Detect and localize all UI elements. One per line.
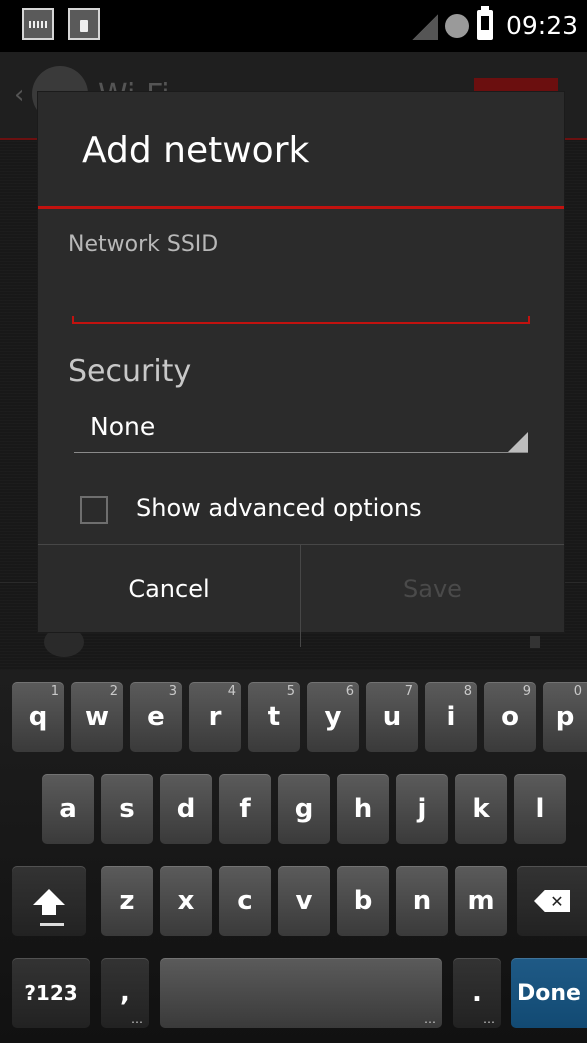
security-dropdown[interactable]: None xyxy=(74,402,528,453)
usb-plug-icon xyxy=(68,8,100,40)
key-e[interactable]: e3 xyxy=(130,682,182,752)
shift-icon xyxy=(33,889,65,915)
add-network-dialog: Add network Network SSID Security None S… xyxy=(38,92,564,647)
key-w[interactable]: w2 xyxy=(71,682,123,752)
key-u[interactable]: u7 xyxy=(366,682,418,752)
key-i[interactable]: i8 xyxy=(425,682,477,752)
security-selected-value: None xyxy=(90,412,156,441)
security-label: Security xyxy=(68,354,192,389)
status-bar: 09:23 xyxy=(0,0,587,52)
battery-icon xyxy=(477,6,493,40)
key-o[interactable]: o9 xyxy=(484,682,536,752)
key-d[interactable]: d xyxy=(160,774,212,844)
ssid-input-underline xyxy=(72,316,530,324)
ssid-input[interactable] xyxy=(72,280,530,322)
soft-keyboard: q1 w2 e3 r4 t5 y6 u7 i8 o9 p0 a s d f g … xyxy=(0,670,587,1043)
background-lock-icon xyxy=(530,636,540,648)
key-k[interactable]: k xyxy=(455,774,507,844)
key-h[interactable]: h xyxy=(337,774,389,844)
shift-key[interactable] xyxy=(12,866,86,936)
key-t[interactable]: t5 xyxy=(248,682,300,752)
ssid-label: Network SSID xyxy=(68,232,219,257)
key-q[interactable]: q1 xyxy=(12,682,64,752)
key-s[interactable]: s xyxy=(101,774,153,844)
period-key[interactable]: .… xyxy=(453,958,501,1028)
more-dots-icon: … xyxy=(483,1012,495,1026)
advanced-options-checkbox[interactable] xyxy=(80,496,108,524)
symbols-key[interactable]: ?123 xyxy=(12,958,90,1028)
key-a[interactable]: a xyxy=(42,774,94,844)
dialog-title-divider xyxy=(38,206,564,209)
dialog-title: Add network xyxy=(82,130,310,171)
status-circle-icon xyxy=(445,14,469,38)
dropdown-corner-icon xyxy=(508,432,528,452)
key-b[interactable]: b xyxy=(337,866,389,936)
signal-icon xyxy=(412,14,438,40)
key-g[interactable]: g xyxy=(278,774,330,844)
more-dots-icon: … xyxy=(131,1012,143,1026)
advanced-options-row[interactable]: Show advanced options xyxy=(80,492,540,532)
key-f[interactable]: f xyxy=(219,774,271,844)
key-m[interactable]: m xyxy=(455,866,507,936)
comma-key[interactable]: ,… xyxy=(101,958,149,1028)
key-j[interactable]: j xyxy=(396,774,448,844)
more-dots-icon: … xyxy=(424,1012,436,1026)
status-time: 09:23 xyxy=(506,11,579,40)
shift-indicator xyxy=(40,923,64,926)
done-key[interactable]: Done xyxy=(511,958,587,1028)
key-n[interactable]: n xyxy=(396,866,448,936)
backspace-icon: ✕ xyxy=(534,890,570,912)
advanced-options-label: Show advanced options xyxy=(136,494,422,522)
key-x[interactable]: x xyxy=(160,866,212,936)
key-p[interactable]: p0 xyxy=(543,682,587,752)
key-z[interactable]: z xyxy=(101,866,153,936)
key-r[interactable]: r4 xyxy=(189,682,241,752)
key-y[interactable]: y6 xyxy=(307,682,359,752)
cancel-button[interactable]: Cancel xyxy=(38,545,300,632)
space-key[interactable]: … xyxy=(160,958,442,1028)
key-c[interactable]: c xyxy=(219,866,271,936)
key-l[interactable]: l xyxy=(514,774,566,844)
keyboard-icon xyxy=(22,8,54,40)
key-v[interactable]: v xyxy=(278,866,330,936)
save-button[interactable]: Save xyxy=(301,545,564,632)
backspace-key[interactable]: ✕ xyxy=(517,866,587,936)
back-chevron-icon: ‹ xyxy=(14,80,25,110)
